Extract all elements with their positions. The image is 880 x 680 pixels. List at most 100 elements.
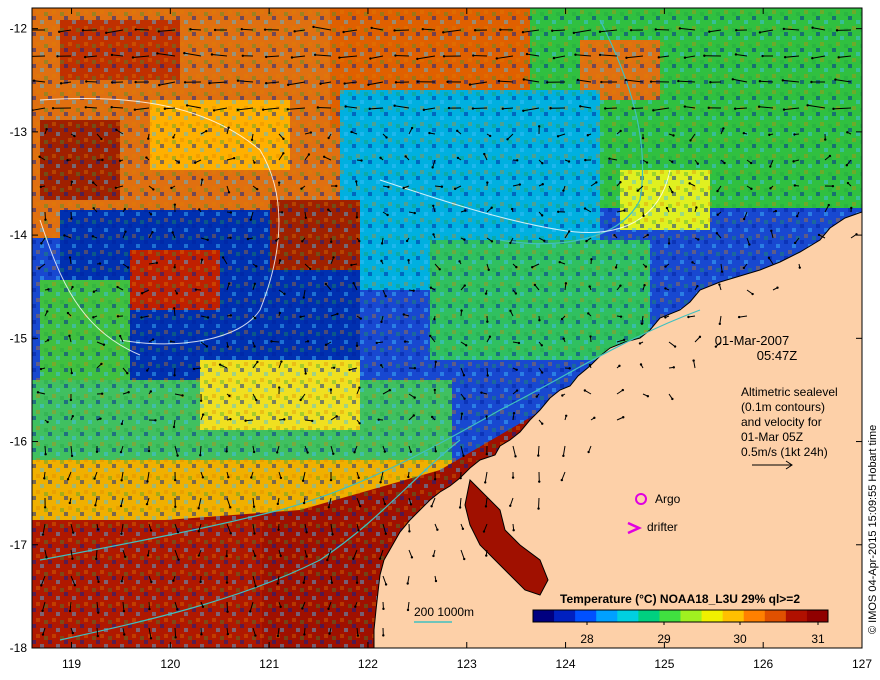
- velocity-vector-head: [199, 580, 202, 584]
- velocity-vector-head: [201, 413, 205, 416]
- velocity-vector-head: [225, 581, 229, 584]
- velocity-vector-head: [177, 161, 181, 164]
- altimetry-line-2: (0.1m contours): [741, 400, 825, 414]
- velocity-vector-head: [228, 394, 231, 398]
- velocity-vector-head: [57, 30, 61, 34]
- velocity-vector-head: [811, 57, 814, 60]
- velocity-vector-head: [742, 266, 746, 270]
- velocity-vector-head: [66, 311, 70, 315]
- velocity-vector-head: [278, 259, 282, 262]
- velocity-vector-head: [846, 131, 849, 134]
- velocity-vector-head: [66, 478, 70, 481]
- time-label: 05:47Z: [757, 348, 798, 363]
- velocity-vector-head: [453, 187, 457, 191]
- velocity-vector-head: [446, 80, 449, 84]
- velocity-vector-head: [302, 501, 306, 505]
- velocity-vector-head: [254, 585, 257, 588]
- velocity-vector-head: [357, 529, 360, 532]
- velocity-vector-head: [307, 153, 311, 156]
- velocity-vector-head: [324, 343, 328, 347]
- velocity-vector-head: [460, 412, 464, 415]
- velocity-vector-head: [432, 554, 435, 558]
- velocity-vector-head: [402, 186, 405, 190]
- velocity-vector-head: [311, 419, 314, 423]
- velocity-vector-head: [126, 372, 129, 375]
- velocity-vector-head: [172, 425, 176, 429]
- velocity-vector-head: [84, 106, 87, 109]
- lon-tick-label: 125: [654, 657, 674, 671]
- velocity-vector-head: [638, 342, 642, 345]
- velocity-vector-head: [769, 187, 772, 190]
- velocity-vector-head: [407, 475, 410, 479]
- velocity-vector-head: [312, 25, 315, 29]
- velocity-vector-head: [490, 206, 493, 209]
- velocity-vector-head: [687, 315, 690, 319]
- velocity-vector-head: [483, 152, 486, 156]
- lat-tick-label: -17: [10, 538, 28, 552]
- velocity-vector-head: [41, 633, 45, 636]
- velocity-vector-head: [723, 161, 726, 165]
- altimetry-line-5: 0.5m/s (1kt 24h): [741, 445, 828, 459]
- velocity-vector-head: [358, 386, 361, 389]
- velocity-vector-head: [458, 506, 462, 509]
- velocity-vector-head: [619, 315, 623, 318]
- velocity-vector-head: [114, 186, 118, 190]
- velocity-vector-head: [473, 29, 477, 32]
- velocity-vector-head: [413, 396, 416, 399]
- colorbar-swatch: [659, 610, 681, 622]
- velocity-vector-head: [73, 584, 77, 587]
- velocity-vector-head: [501, 107, 505, 110]
- velocity-vector-head: [585, 239, 588, 243]
- velocity-vector-head: [253, 532, 256, 535]
- velocity-vector-head: [163, 107, 167, 110]
- velocity-vector-head: [92, 290, 96, 293]
- velocity-vector-head: [456, 156, 460, 160]
- credit-text: © IMOS 04-Apr-2015 15:09:55 Hobart time: [867, 425, 879, 634]
- velocity-vector-head: [91, 181, 95, 184]
- lat-tick-label: -16: [10, 435, 28, 449]
- velocity-vector-head: [47, 288, 50, 291]
- velocity-vector-head: [171, 231, 174, 234]
- velocity-vector-head: [811, 26, 814, 29]
- velocity-vector-head: [379, 363, 383, 367]
- velocity-vector-head: [145, 502, 149, 506]
- velocity-vector-head: [183, 81, 187, 84]
- velocity-vector-head: [522, 78, 525, 81]
- velocity-vector: [199, 445, 202, 456]
- velocity-vector-head: [255, 398, 258, 402]
- velocity-vector-head: [770, 229, 773, 233]
- velocity-vector-head: [412, 289, 415, 292]
- velocity-vector-head: [279, 605, 282, 609]
- velocity-vector-head: [282, 137, 285, 141]
- velocity-vector-head: [356, 634, 360, 637]
- velocity-vector-head: [150, 580, 153, 584]
- velocity-vector-head: [70, 217, 73, 220]
- velocity-vector-head: [119, 504, 123, 508]
- velocity-vector-head: [173, 307, 176, 310]
- velocity-vector-head: [329, 388, 333, 391]
- velocity-vector-head: [817, 233, 821, 237]
- velocity-vector-head: [672, 134, 675, 137]
- velocity-vector-head: [151, 231, 154, 234]
- velocity-vector-head: [652, 109, 655, 112]
- velocity-vector-head: [299, 315, 302, 319]
- velocity-vector-head: [506, 138, 509, 141]
- colorbar-tick-label: 31: [811, 632, 825, 646]
- velocity-vector-head: [173, 203, 177, 206]
- velocity-vector-head: [244, 419, 247, 422]
- velocity-vector-head: [440, 185, 444, 188]
- velocity-vector-head: [45, 556, 48, 559]
- velocity-vector-head: [218, 363, 222, 366]
- velocity-vector-head: [149, 637, 153, 640]
- velocity-vector: [317, 106, 332, 109]
- velocity-vector-head: [567, 230, 571, 233]
- velocity-vector-head: [343, 82, 346, 85]
- velocity-vector-head: [781, 79, 785, 82]
- velocity-vector-head: [358, 422, 361, 425]
- velocity-vector-head: [832, 107, 835, 111]
- velocity-vector-head: [460, 309, 463, 312]
- velocity-vector-head: [332, 452, 335, 456]
- velocity-vector-head: [622, 338, 626, 342]
- velocity-vector-head: [583, 207, 587, 210]
- velocity-vector-head: [438, 268, 441, 271]
